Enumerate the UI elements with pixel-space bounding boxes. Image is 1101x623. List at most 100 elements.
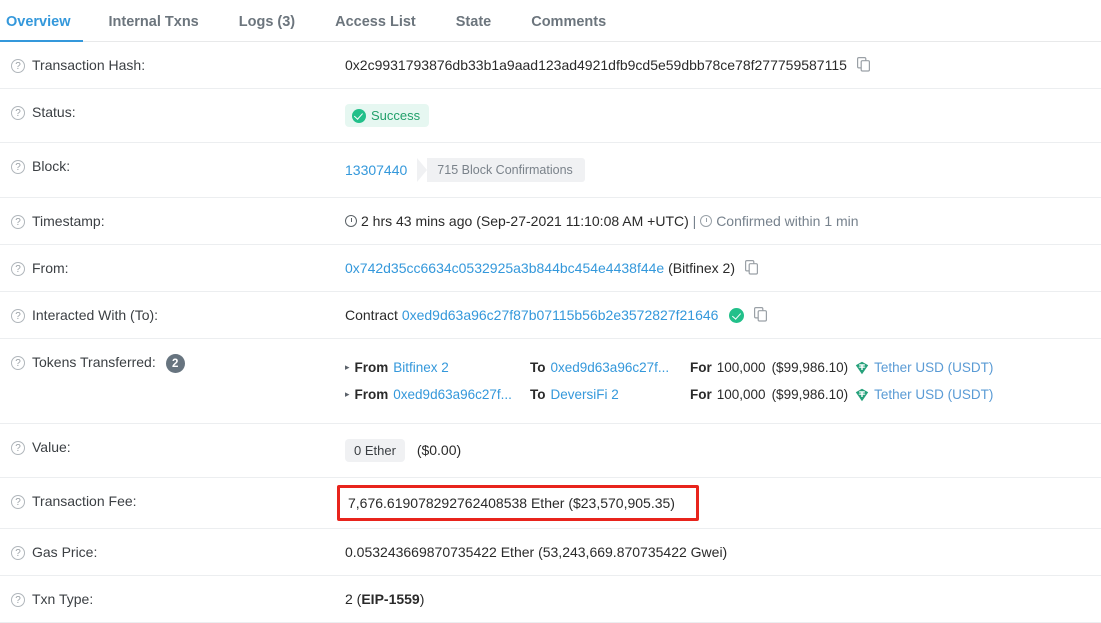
token-name-link[interactable]: Tether USD (USDT) [874, 387, 993, 402]
row-txn-type: ? Txn Type: 2 (EIP-1559) [0, 576, 1101, 623]
tab-internal-txns[interactable]: Internal Txns [89, 14, 219, 41]
clock-icon [700, 215, 713, 227]
tab-bar: Overview Internal Txns Logs (3) Access L… [0, 0, 1101, 42]
label-text: Timestamp: [32, 213, 105, 229]
help-icon[interactable]: ? [11, 546, 25, 560]
block-line: 13307440 715 Block Confirmations [345, 158, 1091, 182]
transaction-details-list: ? Transaction Hash: 0x2c9931793876db33b1… [0, 42, 1101, 623]
label-block: ? Block: [0, 143, 345, 189]
tab-comments[interactable]: Comments [511, 14, 626, 41]
token-transfer-row: ▸ From Bitfinex 2 To 0xed9d63a96c27f... … [345, 354, 1091, 381]
label-from: ? From: [0, 245, 345, 291]
copy-icon[interactable] [754, 307, 768, 322]
label-transaction-hash: ? Transaction Hash: [0, 42, 345, 88]
help-icon[interactable]: ? [11, 495, 25, 509]
to-keyword: To [530, 387, 546, 402]
block-confirmations-chip: 715 Block Confirmations [417, 158, 585, 182]
row-from: ? From: 0x742d35cc6634c0532925a3b844bc45… [0, 245, 1101, 292]
label-txn-type: ? Txn Type: [0, 576, 345, 622]
from-address-tag: (Bitfinex 2) [668, 260, 736, 276]
token-transfer-from-link[interactable]: Bitfinex 2 [393, 360, 449, 375]
help-icon[interactable]: ? [11, 593, 25, 607]
timestamp-confirmed: Confirmed within 1 min [716, 213, 859, 229]
txn-type-number: 2 ( [345, 591, 362, 607]
row-transaction-fee: ? Transaction Fee: 7,676.619078292762408… [0, 478, 1101, 529]
row-block: ? Block: 13307440 715 Block Confirmation… [0, 143, 1101, 198]
token-transfer-amount: 100,000 [716, 387, 766, 402]
token-transfer-to-link[interactable]: DeversiFi 2 [551, 387, 619, 402]
token-transfer-to: To 0xed9d63a96c27f... [530, 360, 690, 375]
label-timestamp: ? Timestamp: [0, 198, 345, 244]
token-transfer-to: To DeversiFi 2 [530, 387, 690, 402]
value-txn-type: 2 (EIP-1559) [345, 576, 1091, 622]
help-icon[interactable]: ? [11, 215, 25, 229]
from-keyword: From [354, 387, 389, 402]
tab-logs[interactable]: Logs (3) [219, 14, 315, 41]
label-status: ? Status: [0, 89, 345, 135]
label-text: Gas Price: [32, 544, 98, 560]
tokens-transferred-count: 2 [165, 354, 185, 373]
token-transfer-usd: ($99,986.10) [771, 387, 849, 402]
tab-access-list[interactable]: Access List [315, 14, 436, 41]
copy-icon[interactable] [856, 57, 871, 72]
tab-state[interactable]: State [436, 14, 511, 41]
txn-type-eip: EIP-1559 [361, 591, 420, 607]
label-transaction-fee: ? Transaction Fee: [0, 478, 345, 524]
value-transaction-hash: 0x2c9931793876db33b1a9aad123ad4921dfb9cd… [345, 42, 1091, 88]
token-transfer-from-link[interactable]: 0xed9d63a96c27f... [393, 387, 512, 402]
status-badge: Success [345, 104, 430, 127]
value-gas-price: 0.053243669870735422 Ether (53,243,669.8… [345, 529, 1091, 575]
verified-check-icon [729, 308, 745, 323]
tether-icon [855, 361, 869, 375]
label-gas-price: ? Gas Price: [0, 529, 345, 575]
label-text: Txn Type: [32, 591, 94, 607]
label-text: Value: [32, 439, 71, 455]
value-tokens-transferred: ▸ From Bitfinex 2 To 0xed9d63a96c27f... … [345, 339, 1091, 423]
check-circle-icon [352, 108, 366, 123]
caret-right-icon[interactable]: ▸ [345, 390, 350, 399]
token-name-link[interactable]: Tether USD (USDT) [874, 360, 993, 375]
token-transfer-from: ▸ From 0xed9d63a96c27f... [345, 387, 530, 402]
token-transfer-amount-group: For 100,000 ($99,986.10) Tether USD (USD… [690, 387, 993, 402]
status-badge-label: Success [371, 108, 421, 123]
from-address-link[interactable]: 0x742d35cc6634c0532925a3b844bc454e4438f4… [345, 260, 664, 276]
tab-overview[interactable]: Overview [0, 14, 89, 42]
token-transfer-to-link[interactable]: 0xed9d63a96c27f... [551, 360, 670, 375]
transaction-hash-text: 0x2c9931793876db33b1a9aad123ad4921dfb9cd… [345, 57, 847, 73]
tether-icon [855, 388, 869, 402]
value-value: 0 Ether ($0.00) [345, 424, 1091, 477]
row-gas-price: ? Gas Price: 0.053243669870735422 Ether … [0, 529, 1101, 576]
label-value: ? Value: [0, 424, 345, 470]
copy-icon[interactable] [744, 260, 759, 275]
value-transaction-fee: 7,676.619078292762408538 Ether ($23,570,… [337, 478, 1091, 528]
value-from: 0x742d35cc6634c0532925a3b844bc454e4438f4… [345, 245, 1091, 291]
token-transfer-usd: ($99,986.10) [771, 360, 849, 375]
label-text: Transaction Fee: [32, 493, 137, 509]
label-text: Tokens Transferred: [32, 354, 156, 370]
row-interacted-with: ? Interacted With (To): Contract 0xed9d6… [0, 292, 1101, 339]
help-icon[interactable]: ? [11, 106, 25, 120]
contract-address-link[interactable]: 0xed9d63a96c27f87b07115b56b2e3572827f216… [402, 307, 719, 323]
label-text: Block: [32, 158, 71, 174]
help-icon[interactable]: ? [11, 160, 25, 174]
help-icon[interactable]: ? [11, 59, 25, 73]
transaction-fee-text: 7,676.619078292762408538 Ether ($23,570,… [348, 495, 675, 511]
txn-type-suffix: ) [419, 591, 425, 607]
from-keyword: From [354, 360, 389, 375]
timestamp-relative: 2 hrs 43 mins ago [361, 213, 473, 229]
value-usd: ($0.00) [416, 442, 462, 458]
token-transfer-from: ▸ From Bitfinex 2 [345, 360, 530, 375]
help-icon[interactable]: ? [11, 356, 25, 370]
clock-icon [345, 215, 357, 227]
timestamp-separator: | [692, 213, 697, 229]
row-status: ? Status: Success [0, 89, 1101, 143]
token-transfer-amount-group: For 100,000 ($99,986.10) Tether USD (USD… [690, 360, 993, 375]
help-icon[interactable]: ? [11, 441, 25, 455]
to-keyword: To [530, 360, 546, 375]
caret-right-icon[interactable]: ▸ [345, 363, 350, 372]
help-icon[interactable]: ? [11, 309, 25, 323]
help-icon[interactable]: ? [11, 262, 25, 276]
timestamp-absolute: (Sep-27-2021 11:10:08 AM +UTC) [476, 213, 689, 229]
block-number-link[interactable]: 13307440 [345, 162, 407, 178]
value-interacted-with: Contract 0xed9d63a96c27f87b07115b56b2e35… [345, 292, 1091, 338]
